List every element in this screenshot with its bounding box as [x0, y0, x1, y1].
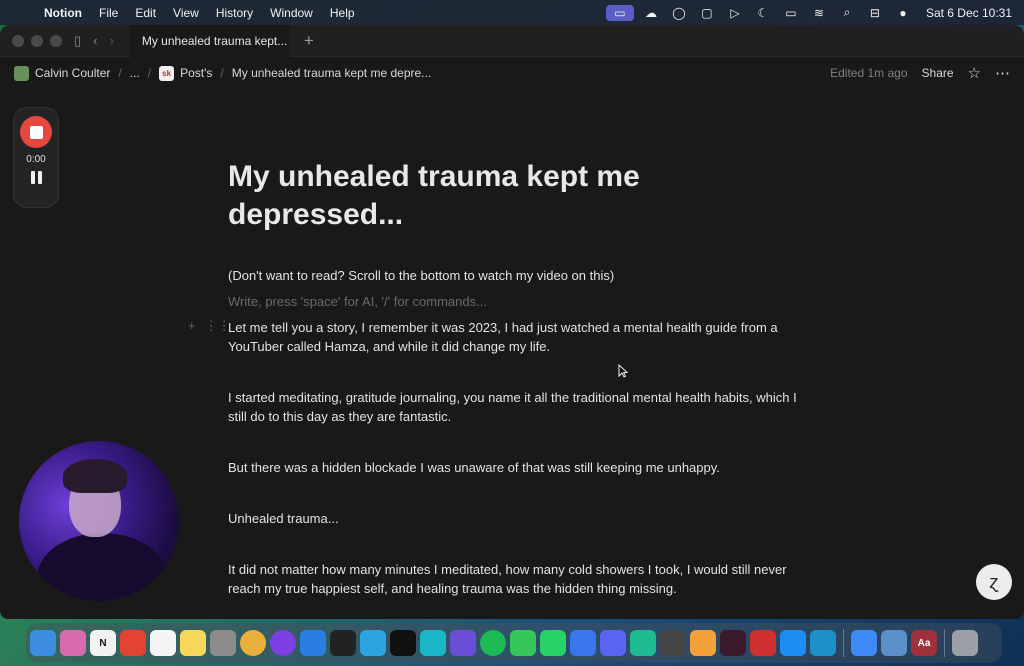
capcut-alt-icon[interactable] [390, 630, 416, 656]
capcut-icon[interactable] [330, 630, 356, 656]
discord-icon[interactable] [600, 630, 626, 656]
screen-icon[interactable] [810, 630, 836, 656]
appstore-icon[interactable] [780, 630, 806, 656]
settings-icon[interactable] [210, 630, 236, 656]
preview-icon[interactable] [881, 630, 907, 656]
sidebar-toggle-icon[interactable]: ▯ [74, 33, 81, 49]
favorite-star-icon[interactable]: ☆ [968, 64, 981, 82]
notes-icon[interactable] [180, 630, 206, 656]
zoom-window-button[interactable] [50, 34, 62, 47]
add-block-icon[interactable]: + [188, 318, 196, 334]
messages-icon[interactable] [510, 630, 536, 656]
cloud-icon[interactable]: ☁ [640, 5, 662, 21]
back-icon[interactable]: ‹ [93, 33, 97, 48]
edited-status: Edited 1m ago [830, 66, 908, 80]
webcam-bubble[interactable] [19, 441, 179, 601]
intro-paragraph[interactable]: (Don't want to read? Scroll to the botto… [228, 266, 808, 285]
share-button[interactable]: Share [922, 66, 954, 80]
paragraph-block[interactable]: Let me tell you a story, I remember it w… [228, 318, 808, 356]
paragraph-block[interactable]: I started meditating, gratitude journali… [228, 388, 808, 426]
control-center-icon[interactable]: ⊟ [864, 5, 886, 21]
whatsapp-icon[interactable] [540, 630, 566, 656]
tab-bar: ▯ ‹ › My unhealed trauma kept... + [0, 25, 1024, 57]
signal-icon[interactable] [570, 630, 596, 656]
paragraph-block[interactable]: But there was a hidden blockade I was un… [228, 458, 808, 477]
menu-app-name[interactable]: Notion [44, 6, 82, 20]
menu-view[interactable]: View [173, 6, 199, 20]
parent-page-icon: sk [159, 65, 175, 81]
stop-recording-button[interactable] [20, 116, 52, 148]
wifi-icon[interactable]: ≋ [808, 5, 830, 21]
breadcrumb-parent-label: Post's [180, 66, 213, 80]
display-icon[interactable]: ▢ [696, 5, 718, 21]
reminders-icon[interactable] [150, 630, 176, 656]
tab-title: My unhealed trauma kept... [141, 33, 288, 48]
safari-icon[interactable] [300, 630, 326, 656]
battery-icon[interactable]: ▭ [780, 5, 802, 21]
top-bar: Calvin Coulter / ... / sk Post's / My un… [0, 57, 1024, 89]
screen-recording-icon[interactable]: ▭ [605, 4, 634, 21]
close-window-button[interactable] [12, 34, 24, 47]
paragraph-block[interactable]: It did not matter how many minutes I med… [228, 560, 808, 598]
menu-bar: Notion File Edit View History Window Hel… [0, 0, 1024, 25]
focus-icon[interactable]: ◯ [668, 5, 690, 21]
siri-icon[interactable]: ● [892, 5, 914, 21]
spotify-icon[interactable] [480, 630, 506, 656]
breadcrumb-separator: / [147, 66, 152, 80]
mail-icon[interactable] [851, 630, 877, 656]
pause-recording-button[interactable] [30, 171, 42, 184]
menu-datetime[interactable]: Sat 6 Dec 10:31 [926, 6, 1012, 20]
cloud-icon[interactable] [660, 630, 686, 656]
launchpad-icon[interactable] [60, 630, 86, 656]
play-icon[interactable]: ▷ [724, 5, 746, 21]
page-title[interactable]: My unhealed trauma kept me depressed... [228, 158, 688, 234]
paragraph-block[interactable]: Unhealed trauma... [228, 509, 808, 528]
stop-icon [29, 125, 43, 139]
telegram-icon[interactable] [360, 630, 386, 656]
block-handle[interactable]: + ⋮⋮ [188, 318, 231, 334]
dock: N Aa [26, 623, 1002, 663]
breadcrumb-separator: / [118, 66, 122, 80]
minimize-window-button[interactable] [31, 34, 43, 47]
menu-history[interactable]: History [216, 6, 253, 20]
notion-ai-help-icon[interactable]: ɀ [976, 564, 1012, 600]
menu-window[interactable]: Window [270, 6, 313, 20]
raycast-icon[interactable] [750, 630, 776, 656]
more-options-icon[interactable]: ⋯ [995, 64, 1010, 82]
tab-current-page[interactable]: My unhealed trauma kept... [129, 25, 290, 57]
canva-icon[interactable] [420, 630, 446, 656]
photos-icon[interactable] [690, 630, 716, 656]
arc-icon[interactable] [270, 630, 296, 656]
breadcrumb-parent[interactable]: sk Post's [159, 65, 213, 81]
todoist-icon[interactable] [120, 630, 146, 656]
recording-timer: 0:00 [26, 154, 46, 165]
breadcrumb-workspace-label: Calvin Coulter [35, 66, 111, 80]
app-icon[interactable] [720, 630, 746, 656]
new-tab-icon[interactable]: + [304, 31, 314, 51]
screen-recorder-widget: 0:00 [13, 107, 59, 208]
dictionary-icon[interactable]: Aa [911, 630, 937, 656]
menu-help[interactable]: Help [330, 6, 355, 20]
workspace-avatar [14, 65, 29, 81]
breadcrumb-ellipsis[interactable]: ... [130, 66, 140, 80]
notion-icon[interactable]: N [90, 630, 116, 656]
drag-handle-icon[interactable]: ⋮⋮ [205, 318, 231, 334]
mouse-cursor-icon [618, 364, 628, 378]
trash-icon[interactable] [952, 630, 978, 656]
page-content: My unhealed trauma kept me depressed... … [188, 158, 808, 598]
proton-icon[interactable] [450, 630, 476, 656]
moon-icon[interactable]: ☾ [752, 5, 774, 21]
forward-icon[interactable]: › [110, 33, 114, 48]
chrome-icon[interactable] [240, 630, 266, 656]
breadcrumb-separator: / [220, 66, 224, 80]
feather-icon[interactable] [630, 630, 656, 656]
breadcrumb-page[interactable]: My unhealed trauma kept me depre... [232, 66, 431, 80]
search-icon[interactable]: ⌕ [836, 5, 858, 21]
finder-icon[interactable] [30, 630, 56, 656]
menu-file[interactable]: File [99, 6, 118, 20]
breadcrumb-workspace[interactable]: Calvin Coulter [14, 65, 111, 81]
menu-edit[interactable]: Edit [135, 6, 156, 20]
empty-block-placeholder[interactable]: Write, press 'space' for AI, '/' for com… [228, 292, 808, 311]
